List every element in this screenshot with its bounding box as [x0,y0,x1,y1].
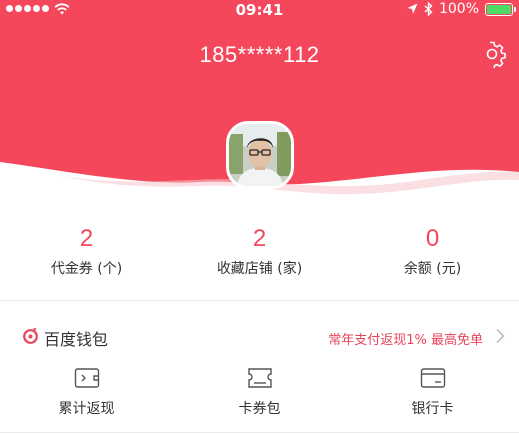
stat-value: 2 [252,225,267,252]
tool-coupons[interactable]: 卡券包 [173,366,346,418]
section-divider [0,300,519,301]
stats-row: 2 代金券 (个) 2 收藏店铺 (家) 0 余额 (元) [0,222,519,282]
stat-label: 代金券 (个) [50,261,123,277]
bank-card-icon [420,368,445,388]
user-avatar-icon [229,124,291,186]
wallet-promo-text: 常年支付返现1% 最高免单 [328,333,483,348]
status-right-group: 100% [407,1,516,17]
avatar[interactable] [226,121,294,189]
chevron-right-icon [496,328,505,344]
tool-label: 累计返现 [58,401,115,417]
bluetooth-icon [424,2,433,16]
tool-cashback[interactable]: 累计返现 [0,366,173,418]
wallet-tools: 累计返现 卡券包 银行卡 [0,366,519,426]
profile-header: 09:41 100% 185*****112 [0,0,519,200]
stat-balance[interactable]: 0 余额 (元) [346,222,519,278]
tool-label: 银行卡 [411,401,454,417]
status-bar: 09:41 100% [0,0,519,20]
baidu-wallet-logo [23,328,38,344]
stat-favorite-shops[interactable]: 2 收藏店铺 (家) [173,222,346,278]
wallet-title: 百度钱包 [44,330,109,349]
location-arrow-icon [407,3,418,14]
stat-label: 收藏店铺 (家) [216,261,303,277]
stat-value: 0 [425,225,440,252]
tool-bank-card[interactable]: 银行卡 [346,366,519,418]
stat-label: 余额 (元) [403,261,462,277]
stat-vouchers[interactable]: 2 代金券 (个) [0,222,173,278]
cashback-wallet-icon [74,368,99,388]
gear-icon[interactable] [478,40,506,68]
account-phone-number: 185*****112 [199,42,320,67]
coupon-ticket-icon [247,368,272,388]
stat-value: 2 [79,225,94,252]
battery-percentage: 100% [438,1,479,17]
tool-label: 卡券包 [238,401,281,417]
battery-icon [485,2,516,16]
wallet-row[interactable]: 百度钱包 常年支付返现1% 最高免单 [0,322,519,352]
bottom-divider [0,432,519,433]
